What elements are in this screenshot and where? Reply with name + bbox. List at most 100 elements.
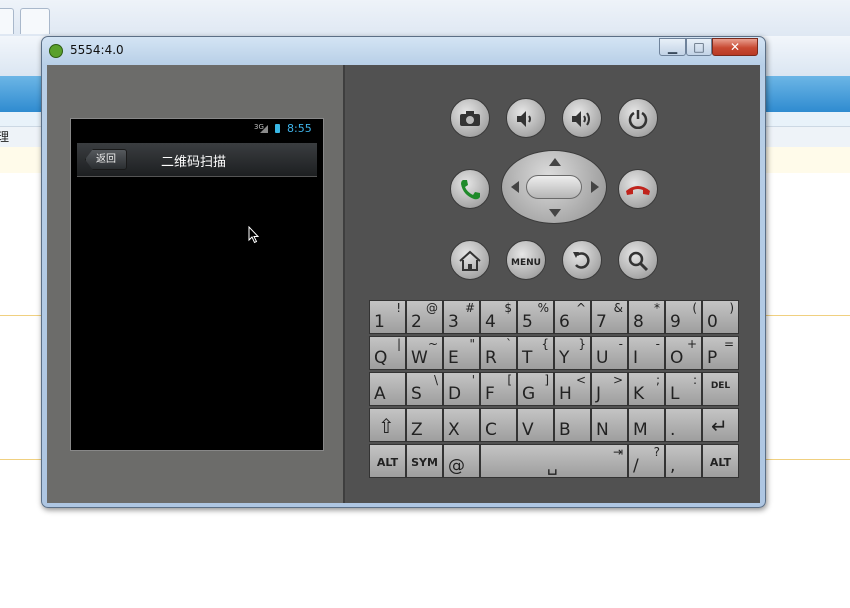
minimize-button[interactable]: ▁ [659,38,686,56]
key-c[interactable]: C [480,408,517,442]
key-label: J [596,384,602,404]
search-icon [628,251,649,272]
dpad-left-icon[interactable] [511,181,519,193]
dpad-up-icon[interactable] [549,158,561,166]
sym-key[interactable]: SYM [406,444,443,478]
end-call-icon [626,186,650,195]
period-key[interactable]: . [665,408,702,442]
browser-tab[interactable] [0,8,14,34]
alt-key[interactable]: ALT [369,444,406,478]
key-h[interactable]: H < [554,372,591,406]
key-6[interactable]: 6 ^ [554,300,591,334]
key-label: ⇧ [378,414,395,438]
browser-tab[interactable] [20,8,50,34]
key-label: P [707,348,718,368]
volume-down-button[interactable] [506,98,546,138]
key-i[interactable]: I- [628,336,665,370]
key-alt-label: ! [396,301,401,315]
search-button[interactable] [618,240,658,280]
dpad-right-icon[interactable] [591,181,599,193]
alt-key[interactable]: ALT [702,444,739,478]
key-3[interactable]: 3 # [443,300,480,334]
menu-button[interactable]: MENU [506,240,546,280]
key-label: ALT [709,456,732,469]
key-d[interactable]: D ' [443,372,480,406]
key-x[interactable]: X [443,408,480,442]
power-button[interactable] [618,98,658,138]
end-call-button[interactable] [618,169,658,209]
key-9[interactable]: 9( [665,300,702,334]
key-g[interactable]: G] [517,372,554,406]
close-button[interactable]: ✕ [712,38,758,56]
key-alt-label: + [686,337,697,351]
browser-tab-strip [0,0,850,37]
dpad-down-icon[interactable] [549,209,561,217]
key-label: Z [411,420,423,440]
key-label: S [411,384,422,404]
key-o[interactable]: O + [665,336,702,370]
key-n[interactable]: N [591,408,628,442]
back-button[interactable]: 返回 [85,149,127,170]
key-label: 3 [448,312,459,332]
delete-key[interactable]: DEL [702,372,739,406]
phone-screen[interactable]: 3G 8:55 返回 二维码扫描 [70,118,324,451]
key-label: D [448,384,462,404]
key-alt-label: | [396,337,401,351]
key-2[interactable]: 2 @ [406,300,443,334]
volume-up-button[interactable] [562,98,602,138]
status-bar: 3G 8:55 [71,119,323,141]
key-u[interactable]: U- [591,336,628,370]
device-skin: 3G 8:55 返回 二维码扫描 [47,65,345,503]
key-alt-label: & [613,301,623,315]
key-label: C [485,420,497,440]
key-0[interactable]: 0) [702,300,739,334]
space-icon: ␣ [547,456,558,476]
key-s[interactable]: S \ [406,372,443,406]
key-k[interactable]: K; [628,372,665,406]
menu-icon: MENU [511,258,541,268]
key-q[interactable]: Q | [369,336,406,370]
home-button[interactable] [450,240,490,280]
key-e[interactable]: E " [443,336,480,370]
comma-key[interactable]: , [665,444,702,478]
key-r[interactable]: R ` [480,336,517,370]
key-4[interactable]: 4 $ [480,300,517,334]
at-key[interactable]: @ [443,444,480,478]
key-z[interactable]: Z [406,408,443,442]
enter-key[interactable]: ↵ [702,408,739,442]
key-w[interactable]: W ~ [406,336,443,370]
key-t[interactable]: T{ [517,336,554,370]
key-m[interactable]: M [628,408,665,442]
key-l[interactable]: L: [665,372,702,406]
key-label: @ [448,456,465,476]
key-label: X [448,420,460,440]
dpad[interactable] [501,150,607,224]
space-key[interactable]: ␣ ⇥ [480,444,628,478]
maximize-button[interactable]: □ [686,38,712,56]
key-label: Y [559,348,570,368]
key-a[interactable]: A [369,372,406,406]
key-1[interactable]: 1! [369,300,406,334]
dpad-center-button[interactable] [526,175,582,199]
back-key[interactable] [562,240,602,280]
camera-button[interactable] [450,98,490,138]
key-b[interactable]: B [554,408,591,442]
call-button[interactable] [450,169,490,209]
maximize-icon: □ [693,40,705,54]
key-v[interactable]: V [517,408,554,442]
key-f[interactable]: F[ [480,372,517,406]
back-icon [573,252,590,269]
key-label: SYM [411,456,438,469]
key-j[interactable]: J > [591,372,628,406]
key-7[interactable]: 7 & [591,300,628,334]
shift-key[interactable]: ⇧ [369,408,406,442]
key-5[interactable]: 5% [517,300,554,334]
key-label: L [670,384,680,404]
key-p[interactable]: P = [702,336,739,370]
volume-up-icon [572,111,590,127]
key-y[interactable]: Y} [554,336,591,370]
key-label: T [522,348,533,368]
slash-key[interactable]: /? [628,444,665,478]
key-8[interactable]: 8 * [628,300,665,334]
emulator-client: 3G 8:55 返回 二维码扫描 MENU 1 ! 2 @ 3 # 4 $ 5 … [47,65,760,503]
